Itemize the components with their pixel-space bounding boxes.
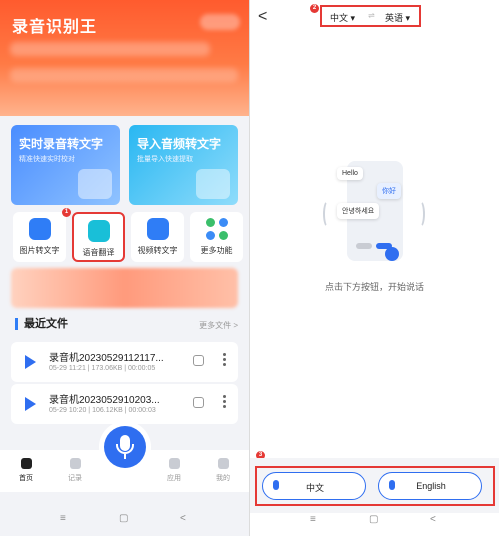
speak-bar: 中文 English [250,458,499,513]
card-title: 实时录音转文字 [19,137,104,151]
file-meta: 05-29 10:20 | 106.12KB | 00:00:03 [49,407,156,414]
card-subtitle: 精准快速实时校对 [19,156,75,163]
apps-icon [168,458,180,469]
document-icon [78,169,112,199]
instruction-text: 点击下方按钮，开始说话 [324,282,424,292]
promo-banner[interactable] [11,268,238,308]
language-selector: 中文 ▾ ⇌ 英语 ▾ [320,5,421,27]
step-marker-1: 1 [62,208,71,217]
tool-voice-translate[interactable]: 语音翻译 [72,212,125,262]
folder-icon [196,169,230,199]
microphone-icon-base [124,454,126,459]
card-title: 导入音频转文字 [137,137,222,151]
more-vertical-icon[interactable] [223,395,227,411]
file-item[interactable]: 录音机20230529112117... 05-29 11:21 | 173.0… [11,342,238,382]
blurred-text [10,68,238,82]
left-screen: 录音识别王 实时录音转文字 精准快速实时校对 导入音频转文字 批量导入快速提取 … [0,0,249,536]
tab-records[interactable]: 记录 [60,458,90,483]
file-name: 录音机20230529112117... [49,353,164,364]
hero-banner: 录音识别王 [0,0,249,116]
tab-label: 我的 [216,475,230,482]
translation-illustration: Hello 你好 안녕하세요 [323,155,425,270]
recent-files-title: 最近文件 [15,318,68,330]
speak-english-button[interactable]: English [378,472,482,500]
button-label: 中文 [305,483,324,493]
microphone-icon-stand [116,444,134,454]
more-files-link[interactable]: 更多文件 > [199,320,238,331]
source-language-dropdown[interactable]: 中文 ▾ [330,11,355,24]
tool-video-to-text[interactable]: 视频转文字 [131,212,184,262]
swap-languages-icon[interactable]: ⇌ [368,11,375,20]
sound-wave-icon [323,200,333,228]
tool-image-to-text[interactable]: 图片转文字 [13,212,66,262]
tab-label: 首页 [19,475,33,482]
target-language-dropdown[interactable]: 英语 ▾ [385,11,410,24]
apps-grid-icon [205,218,228,240]
speech-bubble: 안녕하세요 [337,203,380,219]
tool-label: 语音翻译 [82,248,115,257]
menu-nav-button[interactable]: ≡ [60,513,66,524]
home-icon [20,458,32,469]
blurred-badge [200,14,240,30]
image-text-icon [28,218,51,240]
file-meta: 05-29 11:21 | 173.06KB | 00:00:05 [49,365,156,372]
blurred-text [10,42,210,56]
tab-mine[interactable]: 我的 [208,458,238,483]
share-icon[interactable] [193,355,204,366]
home-nav-button[interactable]: ▢ [369,514,378,525]
sound-wave-icon [415,200,425,228]
back-nav-button[interactable]: < [180,513,186,524]
tool-label: 视频转文字 [137,246,178,255]
system-navbar: ≡ ▢ < [0,496,249,536]
system-navbar: ≡ ▢ < [250,506,499,536]
tool-more-functions[interactable]: 更多功能 [190,212,243,262]
back-button[interactable]: < [258,8,267,26]
play-icon[interactable] [25,397,36,411]
card-import-audio[interactable]: 导入音频转文字 批量导入快速提取 [129,125,238,205]
file-name: 录音机2023052910203... [49,395,160,406]
right-screen: < 2 中文 ▾ ⇌ 英语 ▾ Hello 你好 안녕하세요 点击下方按钮，开始… [250,0,499,536]
translate-icon [87,220,110,242]
play-icon[interactable] [25,355,36,369]
tab-apps[interactable]: 应用 [159,458,189,483]
home-nav-button[interactable]: ▢ [119,513,128,524]
records-icon [69,458,81,469]
speak-buttons-frame: 中文 English [255,466,495,506]
tab-label: 应用 [167,475,181,482]
profile-icon [217,458,229,469]
card-subtitle: 批量导入快速提取 [137,156,193,163]
record-button[interactable] [104,426,146,468]
app-title: 录音识别王 [12,19,98,36]
tab-home[interactable]: 首页 [11,458,41,483]
more-vertical-icon[interactable] [223,353,227,369]
video-text-icon [146,218,169,240]
tool-label: 更多功能 [200,246,233,255]
pointer-hand-icon [385,247,399,261]
menu-nav-button[interactable]: ≡ [310,514,316,525]
tool-label: 图片转文字 [19,246,60,255]
card-realtime-recording[interactable]: 实时录音转文字 精准快速实时校对 [11,125,120,205]
step-marker-2: 2 [310,4,319,13]
tab-label: 记录 [68,475,82,482]
back-nav-button[interactable]: < [430,514,436,525]
speak-chinese-button[interactable]: 中文 [262,472,366,500]
file-item[interactable]: 录音机2023052910203... 05-29 10:20 | 106.12… [11,384,238,424]
button-illustration [356,243,372,249]
speech-bubble: Hello [337,167,363,180]
share-icon[interactable] [193,397,204,408]
speech-bubble: 你好 [377,183,401,199]
button-label: English [416,481,446,491]
